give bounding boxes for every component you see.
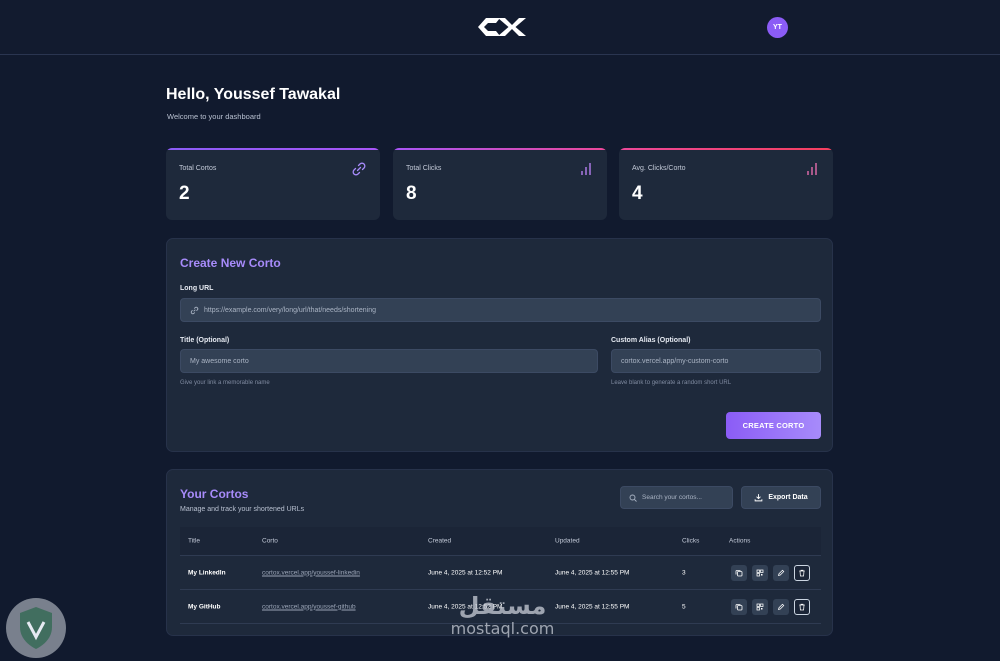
title-placeholder: My awesome corto — [190, 357, 249, 365]
link-icon — [190, 306, 199, 314]
delete-button[interactable] — [794, 598, 810, 615]
copy-button[interactable] — [731, 598, 747, 615]
export-label: Export Data — [768, 494, 808, 501]
search-input[interactable]: Search your cortos... — [620, 486, 733, 509]
copy-icon — [735, 569, 743, 576]
created-date: June 4, 2025 at 12:52 PM — [428, 569, 503, 576]
click-count: 3 — [682, 569, 686, 576]
download-icon — [755, 494, 763, 502]
stat-value: 2 — [179, 183, 190, 204]
updated-date: June 4, 2025 at 12:55 PM — [555, 569, 630, 576]
column-header: Clicks — [682, 537, 700, 545]
pencil-icon — [777, 603, 785, 610]
panel-title: Your Cortos — [180, 487, 249, 501]
edit-button[interactable] — [773, 564, 789, 581]
title-label: Title (Optional) — [180, 337, 230, 344]
long-url-input[interactable]: https://example.com/very/long/url/that/n… — [180, 298, 821, 322]
corto-link[interactable]: cortox.vercel.app/youssef-linkedin — [262, 569, 360, 576]
watermark-latin: mostaql.com — [450, 619, 555, 638]
stat-label: Avg. Clicks/Corto — [632, 165, 686, 172]
row-title: My GitHub — [188, 603, 221, 610]
delete-button[interactable] — [794, 564, 810, 581]
qr-code-icon — [756, 569, 764, 576]
column-header: Title — [188, 537, 201, 545]
watermark-arabic: مستقل — [458, 592, 547, 620]
stat-value: 4 — [632, 183, 643, 204]
row-actions — [731, 598, 810, 615]
column-header: Updated — [555, 537, 580, 545]
page-title: Hello, Youssef Tawakal — [166, 86, 341, 103]
long-url-label: Long URL — [180, 285, 214, 292]
qr-code-icon — [756, 603, 764, 610]
create-corto-button[interactable]: CREATE CORTO — [726, 412, 821, 439]
row-actions — [731, 564, 810, 581]
stat-card-avg-clicks: Avg. Clicks/Corto 4 — [619, 148, 833, 220]
title-input[interactable]: My awesome corto — [180, 349, 598, 373]
row-title: My LinkedIn — [188, 569, 226, 576]
click-count: 5 — [682, 603, 686, 610]
cortox-logo-icon[interactable] — [474, 12, 526, 42]
copy-button[interactable] — [731, 564, 747, 581]
qr-code-button[interactable] — [752, 564, 768, 581]
alias-placeholder: cortox.vercel.app/my-custom-corto — [621, 357, 729, 365]
stat-card-total-cortos: Total Cortos 2 — [166, 148, 380, 220]
column-header: Corto — [262, 537, 278, 545]
alias-label: Custom Alias (Optional) — [611, 337, 691, 344]
search-placeholder: Search your cortos... — [642, 494, 702, 501]
bar-chart-icon — [581, 163, 591, 175]
trash-icon — [799, 603, 805, 610]
alias-input[interactable]: cortox.vercel.app/my-custom-corto — [611, 349, 821, 373]
bar-chart-icon — [807, 163, 817, 175]
mostaql-watermark: مستقل mostaql.com — [440, 592, 565, 638]
page-subtitle: Welcome to your dashboard — [167, 112, 261, 121]
export-data-button[interactable]: Export Data — [741, 486, 821, 509]
table-row: My LinkedIn cortox.vercel.app/youssef-li… — [180, 556, 821, 590]
panel-title: Create New Corto — [180, 256, 281, 270]
copy-icon — [735, 603, 743, 610]
create-corto-panel: Create New Corto Long URL https://exampl… — [166, 238, 833, 452]
column-header: Created — [428, 537, 452, 545]
edit-button[interactable] — [773, 598, 789, 615]
title-hint: Give your link a memorable name — [180, 380, 270, 386]
link-icon — [352, 162, 366, 176]
stat-value: 8 — [406, 183, 417, 204]
qr-code-button[interactable] — [752, 598, 768, 615]
search-icon — [629, 494, 637, 502]
corto-link[interactable]: cortox.vercel.app/youssef-github — [262, 603, 356, 610]
top-bar: YT — [0, 0, 1000, 55]
stat-label: Total Cortos — [179, 165, 217, 172]
pencil-icon — [777, 569, 785, 576]
table-header: Title Corto Created Updated Clicks Actio… — [180, 527, 821, 556]
stat-label: Total Clicks — [406, 165, 442, 172]
panel-subtitle: Manage and track your shortened URLs — [180, 506, 305, 513]
trash-icon — [799, 569, 805, 576]
stat-card-total-clicks: Total Clicks 8 — [393, 148, 607, 220]
long-url-placeholder: https://example.com/very/long/url/that/n… — [204, 306, 376, 314]
avatar[interactable]: YT — [767, 17, 788, 38]
shield-badge-icon — [6, 598, 66, 658]
updated-date: June 4, 2025 at 12:55 PM — [555, 603, 630, 610]
alias-hint: Leave blank to generate a random short U… — [611, 380, 732, 386]
column-header: Actions — [729, 537, 751, 545]
